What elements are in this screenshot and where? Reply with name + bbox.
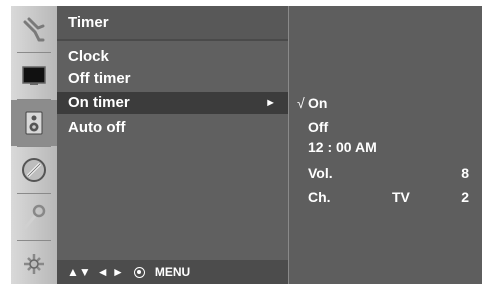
antenna-icon[interactable]	[11, 6, 57, 52]
menu-hint-label: MENU	[154, 265, 191, 279]
menu-item-off-timer[interactable]: Off timer	[57, 68, 288, 90]
menu-item-label: On timer	[68, 94, 130, 111]
category-icon-strip	[11, 6, 57, 284]
menu-title: Timer	[57, 6, 288, 39]
osd-window: Timer Clock Off timer On timer ► Auto of…	[11, 6, 482, 284]
timer-menu: Timer Clock Off timer On timer ► Auto of…	[57, 6, 288, 284]
channel-label: Ch.	[308, 189, 331, 205]
ok-button-icon	[133, 266, 145, 278]
left-right-arrows-icon: ◄ ►	[96, 265, 124, 279]
time-value: 12 : 00 AM	[308, 139, 377, 155]
menu-item-label: Clock	[68, 48, 109, 65]
menu-item-label: Off timer	[68, 70, 131, 87]
option-off-label: Off	[308, 119, 329, 135]
on-timer-submenu: √ On Off 12 : 00 AM Vol. 8 Ch. TV 2	[288, 6, 482, 284]
channel-source: TV	[392, 189, 410, 205]
time-setting[interactable]: 12 : 00 AM	[289, 137, 482, 157]
submenu-arrow-icon: ►	[265, 97, 276, 109]
menu-item-on-timer[interactable]: On timer ►	[57, 92, 288, 114]
channel-value: 2	[461, 189, 469, 205]
menu-item-label: Auto off	[68, 119, 126, 136]
volume-setting[interactable]: Vol. 8	[289, 163, 482, 183]
checkmark-icon: √	[297, 95, 305, 111]
clock-icon[interactable]	[11, 147, 57, 193]
menu-item-auto-off[interactable]: Auto off	[57, 117, 288, 139]
menu-item-clock[interactable]: Clock	[57, 46, 288, 68]
volume-value: 8	[461, 165, 469, 181]
option-on-label: On	[308, 95, 328, 111]
up-down-arrows-icon: ▲▼	[67, 265, 91, 279]
channel-setting[interactable]: Ch. TV 2	[289, 187, 482, 207]
wrench-icon[interactable]	[11, 194, 57, 240]
option-on[interactable]: √ On	[289, 93, 482, 113]
speaker-icon[interactable]	[11, 100, 57, 146]
divider	[57, 39, 288, 41]
picture-icon[interactable]	[11, 53, 57, 99]
volume-label: Vol.	[308, 165, 333, 181]
connector-icon[interactable]	[11, 241, 57, 287]
navigation-hint-bar: ▲▼ ◄ ► MENU	[57, 260, 288, 284]
option-off[interactable]: Off	[289, 117, 482, 137]
